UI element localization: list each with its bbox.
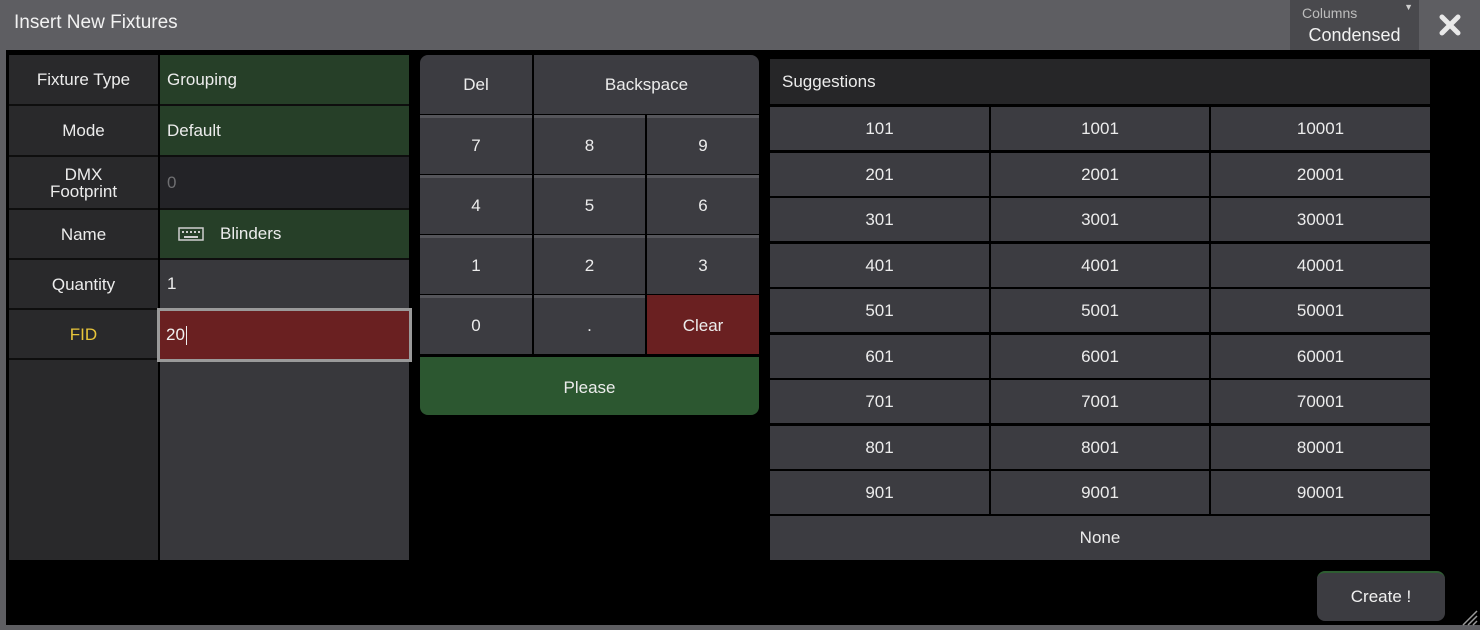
- suggestion-cell[interactable]: 40001: [1211, 244, 1430, 287]
- window-title: Insert New Fixtures: [14, 12, 178, 33]
- suggestion-cell[interactable]: 9001: [991, 471, 1209, 514]
- suggestion-cell[interactable]: 30001: [1211, 198, 1430, 241]
- close-icon: [1439, 14, 1461, 36]
- title-bar: Insert New Fixtures Columns ▼ Condensed: [0, 0, 1480, 50]
- label-dmx-line1: DMX: [64, 164, 103, 184]
- close-button[interactable]: [1420, 0, 1480, 50]
- key-5[interactable]: 5: [534, 175, 645, 234]
- suggestion-cell[interactable]: 20001: [1211, 153, 1430, 196]
- key-6[interactable]: 6: [647, 175, 759, 234]
- suggestion-cell[interactable]: 7001: [991, 380, 1209, 423]
- name-value: Blinders: [220, 224, 282, 243]
- suggestion-cell[interactable]: 2001: [991, 153, 1209, 196]
- dmx-footprint-field: 0: [160, 157, 409, 208]
- fid-input[interactable]: 20: [157, 308, 412, 362]
- fixture-type-value: Grouping: [167, 69, 237, 89]
- label-quantity: Quantity: [51, 274, 116, 294]
- text-caret: [185, 325, 187, 345]
- label-dmx-footprint: DMX Footprint: [9, 157, 158, 208]
- dmx-footprint-value: 0: [167, 172, 177, 192]
- key-2[interactable]: 2: [534, 235, 645, 294]
- suggestion-cell[interactable]: 5001: [991, 289, 1209, 332]
- key-7[interactable]: 7: [420, 115, 532, 174]
- suggestion-cell[interactable]: 3001: [991, 198, 1209, 241]
- quantity-field[interactable]: 1: [160, 260, 409, 308]
- fid-value: 20: [166, 325, 185, 344]
- suggestion-cell[interactable]: 901: [770, 471, 989, 514]
- quantity-value: 1: [167, 274, 177, 293]
- columns-value: Condensed: [1308, 25, 1401, 45]
- suggestion-cell[interactable]: 60001: [1211, 335, 1430, 378]
- suggestion-cell[interactable]: 6001: [991, 335, 1209, 378]
- create-button[interactable]: Create !: [1317, 571, 1445, 621]
- columns-dropdown[interactable]: Columns ▼ Condensed: [1290, 0, 1419, 50]
- suggestion-cell[interactable]: 101: [770, 107, 989, 150]
- backspace-button[interactable]: Backspace: [534, 55, 759, 114]
- key-9[interactable]: 9: [647, 115, 759, 174]
- suggestion-cell[interactable]: 90001: [1211, 471, 1430, 514]
- key-1[interactable]: 1: [420, 235, 532, 294]
- keyboard-icon[interactable]: [178, 227, 204, 241]
- mode-value: Default: [167, 120, 221, 140]
- mode-field[interactable]: Default: [160, 106, 409, 155]
- suggestion-cell[interactable]: 501: [770, 289, 989, 332]
- label-fid: FID: [69, 324, 98, 344]
- suggestion-cell[interactable]: 601: [770, 335, 989, 378]
- suggestion-none-button[interactable]: None: [770, 516, 1430, 560]
- key-dot[interactable]: .: [534, 295, 645, 354]
- suggestion-cell[interactable]: 70001: [1211, 380, 1430, 423]
- label-fixture-type: Fixture Type: [36, 70, 131, 89]
- please-button[interactable]: Please: [420, 357, 759, 415]
- key-4[interactable]: 4: [420, 175, 532, 234]
- fixture-type-field[interactable]: Grouping: [160, 55, 409, 104]
- del-button[interactable]: Del: [420, 55, 532, 114]
- suggestion-cell[interactable]: 4001: [991, 244, 1209, 287]
- key-3[interactable]: 3: [647, 235, 759, 294]
- suggestion-cell[interactable]: 301: [770, 198, 989, 241]
- dropdown-triangle-icon: ▼: [1404, 2, 1413, 12]
- columns-label: Columns: [1302, 5, 1358, 21]
- suggestion-cell[interactable]: 801: [770, 426, 989, 469]
- suggestion-cell[interactable]: 50001: [1211, 289, 1430, 332]
- suggestion-cell[interactable]: 401: [770, 244, 989, 287]
- suggestion-cell[interactable]: 201: [770, 153, 989, 196]
- label-dmx-line2: Footprint: [49, 181, 118, 201]
- label-mode: Mode: [62, 121, 105, 140]
- resize-grip-icon[interactable]: [1460, 608, 1478, 626]
- suggestion-cell[interactable]: 80001: [1211, 426, 1430, 469]
- suggestion-cell[interactable]: 1001: [991, 107, 1209, 150]
- suggestion-cell[interactable]: 8001: [991, 426, 1209, 469]
- key-8[interactable]: 8: [534, 115, 645, 174]
- suggestion-cell[interactable]: 10001: [1211, 107, 1430, 150]
- label-name: Name: [60, 224, 107, 244]
- name-field[interactable]: Blinders: [160, 210, 409, 258]
- suggestion-cell[interactable]: 701: [770, 380, 989, 423]
- key-0[interactable]: 0: [420, 295, 532, 354]
- clear-button[interactable]: Clear: [647, 295, 759, 354]
- suggestions-header: Suggestions: [770, 59, 1430, 104]
